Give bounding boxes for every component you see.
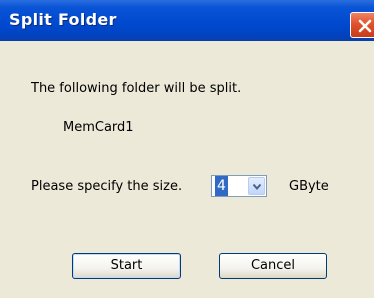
- start-button[interactable]: Start: [72, 253, 181, 279]
- cancel-button[interactable]: Cancel: [219, 253, 327, 279]
- size-dropdown-button[interactable]: [248, 177, 265, 195]
- title-bar[interactable]: Split Folder: [0, 0, 374, 41]
- size-prompt: Please specify the size.: [31, 179, 183, 194]
- close-button[interactable]: [350, 12, 374, 38]
- size-unit: GByte: [289, 179, 329, 194]
- message-text: The following folder will be split.: [31, 81, 242, 96]
- size-select[interactable]: 4: [211, 175, 267, 197]
- chevron-down-icon: [252, 183, 262, 191]
- size-value: 4: [215, 176, 228, 196]
- close-icon: [358, 19, 372, 33]
- folder-name: MemCard1: [63, 120, 134, 135]
- window-title: Split Folder: [9, 10, 117, 29]
